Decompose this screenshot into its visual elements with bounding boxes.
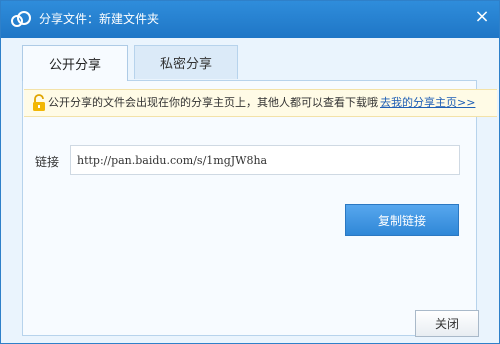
tab-label: 公开分享 bbox=[48, 58, 101, 73]
close-button[interactable]: 关闭 bbox=[415, 310, 479, 337]
baidu-cloud-icon bbox=[11, 11, 31, 27]
tab-public-share[interactable]: 公开分享 bbox=[22, 45, 128, 81]
my-share-page-link[interactable]: 去我的分享主页>> bbox=[380, 95, 475, 111]
close-icon[interactable]: × bbox=[471, 6, 493, 28]
link-label: 链接 bbox=[35, 155, 60, 169]
unlock-icon bbox=[33, 94, 45, 111]
share-dialog: 分享文件：新建文件夹 × 公开分享 私密分享 公开分享的文件会出现在你的分享主页… bbox=[0, 0, 500, 344]
window-title: 分享文件：新建文件夹 bbox=[39, 12, 160, 26]
copy-link-button[interactable]: 复制链接 bbox=[345, 204, 459, 236]
title-bar: 分享文件：新建文件夹 × bbox=[1, 1, 499, 38]
tab-label: 私密分享 bbox=[159, 57, 212, 72]
tab-private-share[interactable]: 私密分享 bbox=[134, 45, 238, 79]
dialog-content: 公开分享 私密分享 公开分享的文件会出现在你的分享主页上，其他人都可以查看下载哦… bbox=[1, 38, 499, 343]
notice-text: 公开分享的文件会出现在你的分享主页上，其他人都可以查看下载哦 bbox=[48, 96, 378, 109]
notice-bar: 公开分享的文件会出现在你的分享主页上，其他人都可以查看下载哦 去我的分享主页>> bbox=[24, 89, 497, 117]
share-link-field[interactable] bbox=[70, 145, 460, 175]
